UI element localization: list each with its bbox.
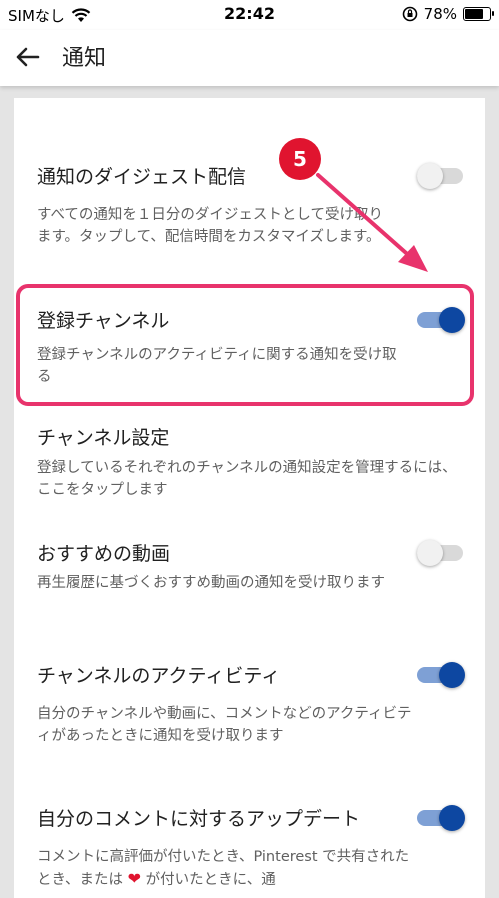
setting-description: すべての通知を１日分のダイジェストとして受け取ります。タップして、配信時間をカス…	[37, 207, 383, 245]
battery-level	[465, 9, 483, 19]
setting-title: 通知のダイジェスト配信	[37, 166, 247, 188]
setting-title: おすすめの動画	[37, 543, 171, 565]
setting-description: 再生履歴に基づくおすすめ動画の通知を受け取ります	[37, 575, 385, 591]
toggle-knob	[439, 662, 465, 688]
description-text: が付いたときに、通	[145, 872, 276, 888]
channel-activity-toggle[interactable]	[417, 660, 465, 690]
setting-title: 自分のコメントに対するアップデート	[37, 808, 361, 830]
setting-description: 登録しているそれぞれのチャンネルの通知設定を管理するには、ここをタップします	[37, 460, 457, 498]
highlight-box	[16, 284, 474, 406]
app-bar: 通知	[0, 30, 499, 86]
toggle-knob	[417, 540, 443, 566]
page-title: 通知	[62, 46, 107, 71]
toggle-knob	[417, 163, 443, 189]
setting-channel-activity[interactable]: チャンネルのアクティビティ 自分のチャンネルや動画に、コメントなどのアクティビテ…	[37, 659, 465, 769]
setting-description: 自分のチャンネルや動画に、コメントなどのアクティビティがあったときに通知を受け取…	[37, 706, 412, 744]
setting-description: コメントに高評価が付いたとき、Pinterest で共有されたとき、または ❤ …	[37, 846, 422, 891]
comment-updates-toggle[interactable]	[417, 803, 465, 833]
setting-comment-updates[interactable]: 自分のコメントに対するアップデート コメントに高評価が付いたとき、Pintere…	[37, 802, 465, 888]
status-right: 78%	[402, 5, 494, 23]
recommended-toggle[interactable]	[417, 538, 465, 568]
status-bar: SIMなし 22:42 78%	[0, 0, 499, 30]
setting-title: チャンネル設定	[37, 427, 170, 449]
setting-recommended[interactable]: おすすめの動画 再生履歴に基づくおすすめ動画の通知を受け取ります	[37, 537, 463, 627]
setting-channel-settings[interactable]: チャンネル設定 登録しているそれぞれのチャンネルの通知設定を管理するには、ここを…	[37, 421, 457, 511]
setting-title: チャンネルのアクティビティ	[37, 665, 281, 687]
digest-toggle[interactable]	[417, 161, 465, 191]
battery-icon	[463, 7, 494, 21]
battery-percent: 78%	[423, 5, 457, 23]
heart-icon: ❤	[127, 869, 142, 888]
step-badge: 5	[279, 138, 321, 180]
back-arrow-icon[interactable]	[12, 42, 42, 72]
toggle-knob	[439, 805, 465, 831]
setting-digest[interactable]: 通知のダイジェスト配信 すべての通知を１日分のダイジェストとして受け取ります。タ…	[37, 160, 463, 270]
rotation-lock-icon	[402, 6, 417, 22]
